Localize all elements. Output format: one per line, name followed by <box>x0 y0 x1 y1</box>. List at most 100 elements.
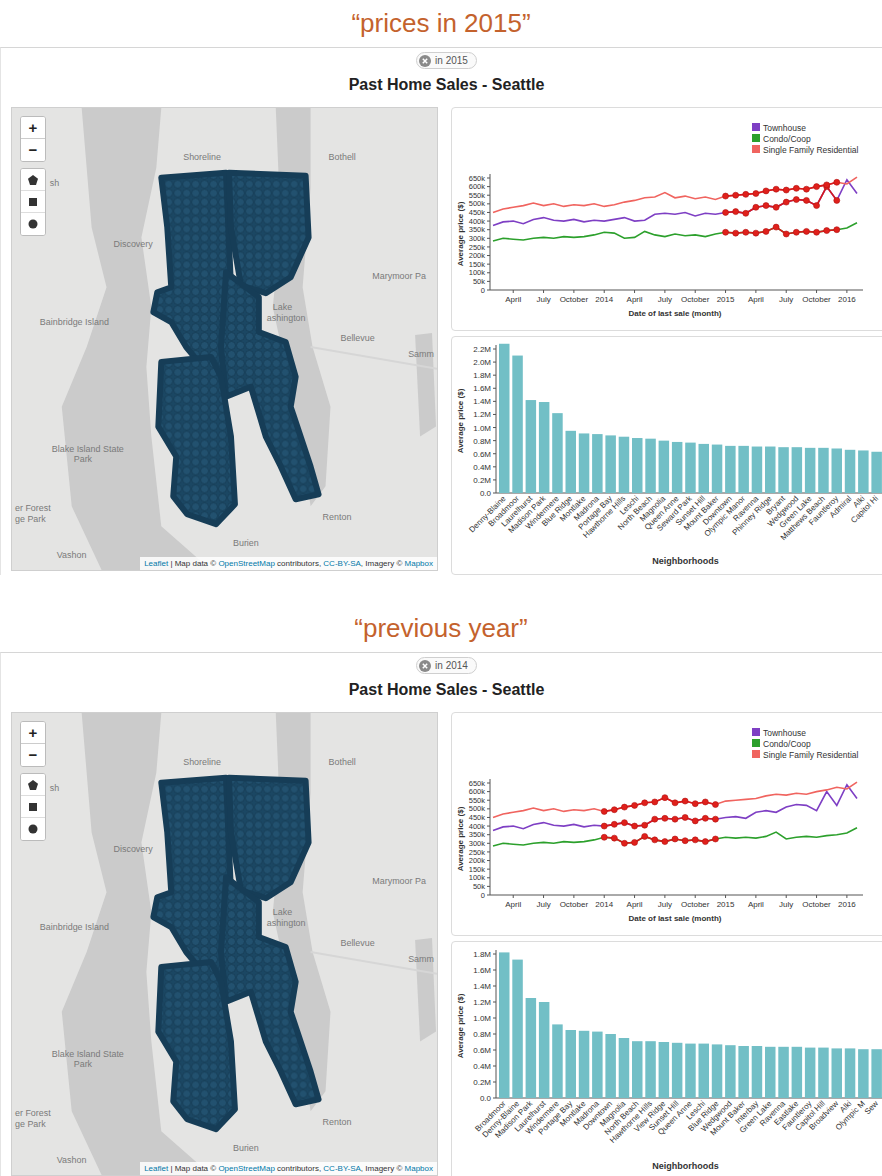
zoom-button[interactable]: + <box>21 722 45 744</box>
highlighted-point[interactable] <box>814 184 820 190</box>
zoom-button[interactable]: − <box>21 744 45 766</box>
bar[interactable] <box>659 1042 670 1098</box>
highlighted-point[interactable] <box>753 230 759 236</box>
highlighted-point[interactable] <box>642 833 648 839</box>
highlighted-point[interactable] <box>702 799 708 805</box>
bar[interactable] <box>499 344 510 493</box>
draw-polygon-button[interactable] <box>21 169 45 191</box>
map-canvas[interactable]: ShorelineBothellshDiscoveryMarymoor PaBa… <box>12 108 437 570</box>
attribution-link[interactable]: CC-BY-SA <box>323 559 361 568</box>
highlighted-point[interactable] <box>632 839 638 845</box>
highlighted-point[interactable] <box>611 821 617 827</box>
legend-item[interactable]: Single Family Residential <box>752 750 859 760</box>
highlighted-point[interactable] <box>712 816 718 822</box>
highlighted-point[interactable] <box>763 188 769 194</box>
highlighted-point[interactable] <box>672 800 678 806</box>
zoom-button[interactable]: − <box>21 139 45 161</box>
highlighted-point[interactable] <box>712 802 718 808</box>
series-line[interactable] <box>493 180 857 226</box>
highlighted-point[interactable] <box>662 839 668 845</box>
highlighted-point[interactable] <box>834 197 840 203</box>
highlighted-point[interactable] <box>773 224 779 230</box>
highlighted-point[interactable] <box>814 229 820 235</box>
bar[interactable] <box>592 434 603 493</box>
highlighted-point[interactable] <box>723 209 729 215</box>
highlighted-point[interactable] <box>743 229 749 235</box>
attribution-link[interactable]: Mapbox <box>405 1164 433 1173</box>
legend-item[interactable]: Single Family Residential <box>752 145 859 155</box>
highlighted-point[interactable] <box>601 834 607 840</box>
highlighted-point[interactable] <box>632 823 638 829</box>
highlighted-point[interactable] <box>601 823 607 829</box>
bar[interactable] <box>566 431 577 493</box>
highlighted-point[interactable] <box>783 231 789 237</box>
bar[interactable] <box>845 1048 856 1098</box>
zoom-button[interactable]: + <box>21 117 45 139</box>
bar[interactable] <box>712 445 723 493</box>
line-chart[interactable]: TownhouseCondo/CoopSingle Family Residen… <box>452 713 882 935</box>
highlighted-point[interactable] <box>753 191 759 197</box>
bar[interactable] <box>725 446 736 493</box>
bar[interactable] <box>871 1049 882 1098</box>
highlighted-point[interactable] <box>824 182 830 188</box>
bar[interactable] <box>818 448 829 493</box>
bar[interactable] <box>539 402 550 493</box>
highlighted-point[interactable] <box>814 203 820 209</box>
bar[interactable] <box>752 447 763 493</box>
highlighted-point[interactable] <box>783 187 789 193</box>
bar[interactable] <box>792 447 803 493</box>
highlighted-point[interactable] <box>723 193 729 199</box>
bar[interactable] <box>871 452 882 493</box>
highlighted-point[interactable] <box>632 802 638 808</box>
highlighted-point[interactable] <box>773 186 779 192</box>
highlighted-point[interactable] <box>763 203 769 209</box>
highlighted-point[interactable] <box>712 836 718 842</box>
bar[interactable] <box>579 1031 590 1098</box>
highlighted-point[interactable] <box>692 818 698 824</box>
highlighted-point[interactable] <box>642 822 648 828</box>
bar[interactable] <box>526 400 537 493</box>
bar[interactable] <box>566 1030 577 1098</box>
bar[interactable] <box>512 356 523 493</box>
series-line[interactable] <box>493 782 857 817</box>
bar[interactable] <box>672 1043 683 1098</box>
highlighted-point[interactable] <box>723 229 729 235</box>
bar[interactable] <box>778 447 789 493</box>
bar[interactable] <box>765 447 776 493</box>
sales-cluster[interactable] <box>158 357 235 524</box>
close-icon[interactable] <box>419 55 431 67</box>
sales-cluster[interactable] <box>229 173 309 293</box>
bar[interactable] <box>832 448 843 493</box>
attribution-link[interactable]: Leaflet <box>144 559 168 568</box>
sales-cluster[interactable] <box>221 272 319 499</box>
highlighted-point[interactable] <box>733 192 739 198</box>
legend-item[interactable]: Condo/Coop <box>752 134 811 144</box>
highlighted-point[interactable] <box>733 209 739 215</box>
series-line[interactable] <box>493 177 857 212</box>
bar[interactable] <box>858 450 869 493</box>
bar[interactable] <box>672 442 683 493</box>
highlighted-point[interactable] <box>702 839 708 845</box>
bar[interactable] <box>632 438 643 493</box>
map[interactable]: ShorelineBothellshDiscoveryMarymoor PaBa… <box>11 107 438 571</box>
bar[interactable] <box>738 446 749 493</box>
highlighted-point[interactable] <box>793 185 799 191</box>
sales-cluster[interactable] <box>229 778 309 898</box>
highlighted-point[interactable] <box>793 229 799 235</box>
bar[interactable] <box>858 1049 869 1098</box>
bar[interactable] <box>699 444 710 493</box>
attribution-link[interactable]: Mapbox <box>405 559 433 568</box>
bar[interactable] <box>832 1048 843 1098</box>
highlighted-point[interactable] <box>642 800 648 806</box>
highlighted-point[interactable] <box>682 798 688 804</box>
close-icon[interactable] <box>419 660 431 672</box>
bar[interactable] <box>579 433 590 493</box>
bar[interactable] <box>645 1041 656 1098</box>
bar[interactable] <box>645 439 656 493</box>
bar[interactable] <box>738 1046 749 1098</box>
bar-chart[interactable]: 1.8M1.6M1.4M1.2M1.0M0.8M0.6M0.4M0.2M0.0A… <box>452 942 882 1176</box>
highlighted-point[interactable] <box>611 835 617 841</box>
highlighted-point[interactable] <box>824 228 830 234</box>
highlighted-point[interactable] <box>743 210 749 216</box>
highlighted-point[interactable] <box>793 197 799 203</box>
